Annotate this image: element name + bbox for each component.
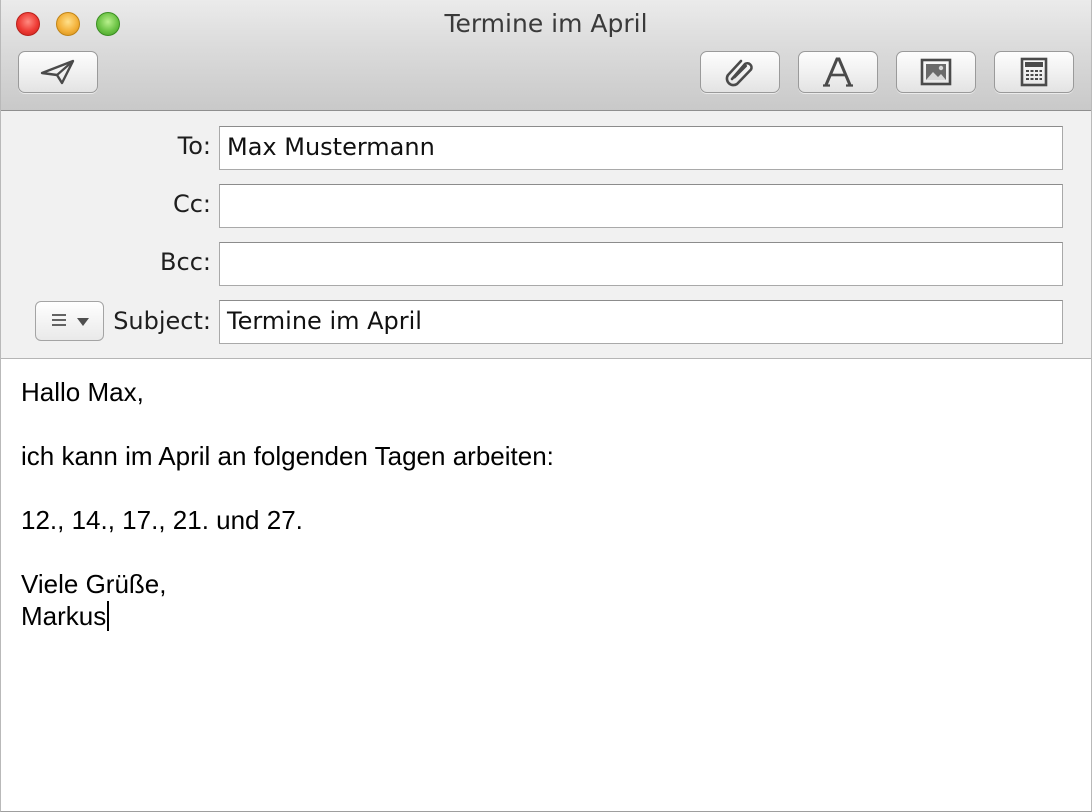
cc-field[interactable] xyxy=(219,184,1063,228)
send-button[interactable] xyxy=(18,51,98,93)
header-options-dropdown[interactable] xyxy=(35,301,104,341)
show-fonts-button[interactable] xyxy=(798,51,878,93)
bcc-label: Bcc: xyxy=(160,248,211,276)
to-label: To: xyxy=(177,132,211,160)
body-line: 12., 14., 17., 21. und 27. xyxy=(21,505,303,535)
body-line xyxy=(21,536,1071,568)
photo-browser-icon xyxy=(920,58,952,86)
text-caret xyxy=(107,601,110,631)
message-body[interactable]: Hallo Max, ich kann im April an folgende… xyxy=(1,360,1091,811)
paper-plane-icon xyxy=(40,59,76,85)
body-line: Viele Grüße, xyxy=(21,569,167,599)
body-line-last: Markus xyxy=(21,600,1071,632)
cc-label: Cc: xyxy=(172,190,211,218)
mail-compose-window: Termine im April To: Max Mustermann Cc: … xyxy=(0,0,1092,812)
stationery-button[interactable] xyxy=(994,51,1074,93)
body-line: ich kann im April an folgenden Tagen arb… xyxy=(21,441,554,471)
window-title: Termine im April xyxy=(444,9,648,38)
body-line: Hallo Max, xyxy=(21,377,144,407)
body-line xyxy=(21,408,1071,440)
font-letter-a-icon xyxy=(822,56,854,88)
photo-browser-button[interactable] xyxy=(896,51,976,93)
stationery-icon xyxy=(1020,57,1048,87)
paperclip-icon xyxy=(724,57,756,87)
message-header: To: Max Mustermann Cc: Bcc: Subject: Ter… xyxy=(1,111,1091,359)
list-menu-icon xyxy=(51,312,67,331)
body-line xyxy=(21,472,1071,504)
chevron-down-icon xyxy=(76,312,89,331)
subject-field[interactable]: Termine im April xyxy=(219,300,1063,344)
body-line-text: Markus xyxy=(21,601,107,631)
bcc-field[interactable] xyxy=(219,242,1063,286)
attach-button[interactable] xyxy=(700,51,780,93)
title-bar: Termine im April xyxy=(1,0,1091,111)
subject-label: Subject: xyxy=(113,307,211,335)
to-field[interactable]: Max Mustermann xyxy=(219,126,1063,170)
